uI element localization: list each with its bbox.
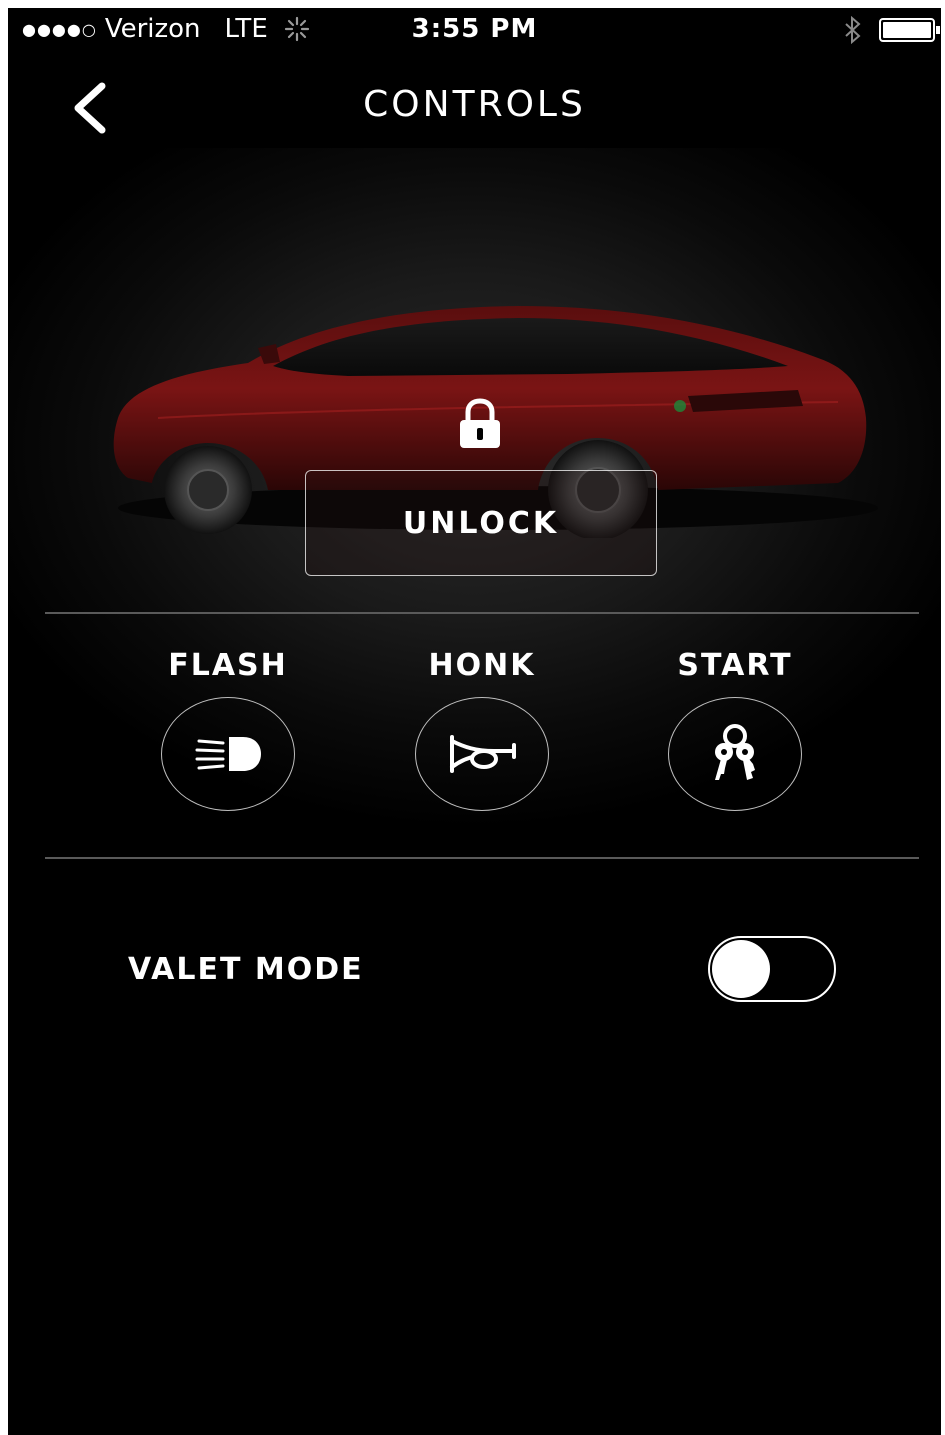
bluetooth-icon: [845, 16, 861, 44]
start-button[interactable]: [668, 697, 802, 811]
status-right: [843, 16, 941, 44]
honk-label: HONK: [428, 648, 536, 683]
valet-mode-toggle[interactable]: [708, 936, 836, 1002]
honk-button[interactable]: [415, 697, 549, 811]
flash-label: FLASH: [168, 648, 288, 683]
control-flash: FLASH: [128, 648, 328, 811]
headlight-icon: [195, 737, 261, 771]
unlock-button[interactable]: UNLOCK: [305, 470, 657, 576]
valet-mode-label: VALET MODE: [128, 952, 364, 987]
page-title: CONTROLS: [363, 84, 586, 125]
horn-icon: [450, 735, 516, 773]
battery-icon: [879, 18, 940, 42]
status-time: 3:55 PM: [411, 14, 538, 44]
divider: [45, 612, 919, 614]
start-label: START: [677, 648, 793, 683]
control-start: START: [635, 648, 835, 811]
app-screen: ●●●●○ Verizon LTE 3:55 PM CONTROLS UNLOC…: [8, 8, 941, 1435]
toggle-knob: [712, 940, 770, 998]
control-honk: HONK: [382, 648, 582, 811]
keys-icon: [715, 724, 755, 780]
status-bar: ●●●●○ Verizon LTE 3:55 PM: [8, 8, 941, 54]
flash-button[interactable]: [161, 697, 295, 811]
divider: [45, 857, 919, 859]
lock-icon: [460, 398, 500, 448]
